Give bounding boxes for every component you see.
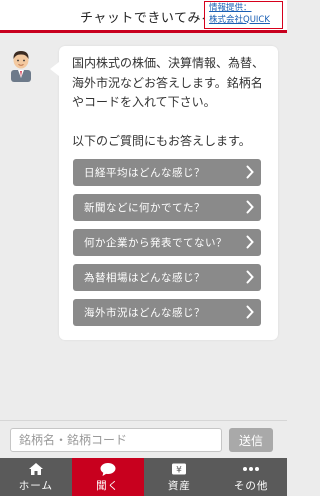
page-title: チャットできいてみる bbox=[80, 11, 215, 26]
home-icon bbox=[28, 463, 43, 475]
chevron-right-icon bbox=[246, 305, 254, 319]
chevron-right-icon bbox=[246, 165, 254, 179]
chevron-right-icon bbox=[246, 270, 254, 284]
suggested-question-button[interactable]: 為替相場はどんな感じ？ bbox=[73, 264, 261, 291]
suggestion-intro-text: 以下のご質問にもお答えします。 bbox=[72, 134, 251, 148]
suggested-question-label: 新聞などに何かでてた？ bbox=[84, 202, 205, 214]
nav-item-home[interactable]: ホーム bbox=[0, 458, 72, 496]
suggested-question-button[interactable]: 海外市況はどんな感じ？ bbox=[73, 299, 261, 326]
bottom-nav: ホーム 聞く ¥ 資産 その他 bbox=[0, 458, 287, 496]
suggested-question-label: 何か企業から発表でてない？ bbox=[84, 237, 227, 249]
send-button[interactable]: 送信 bbox=[229, 428, 273, 452]
chat-input-bar: 送信 bbox=[0, 420, 287, 456]
suggested-question-label: 海外市況はどんな感じ？ bbox=[84, 307, 205, 319]
suggested-question-button[interactable]: 何か企業から発表でてない？ bbox=[73, 229, 261, 256]
nav-label-ask: 聞く bbox=[96, 480, 120, 492]
suggested-question-label: 為替相場はどんな感じ？ bbox=[84, 272, 205, 284]
nav-label-assets: 資産 bbox=[167, 480, 191, 492]
suggested-question-label: 日経平均はどんな感じ？ bbox=[84, 167, 205, 179]
bot-message-bubble: 国内株式の株価、決算情報、為替、海外市況などお答えします。銘柄名やコードを入れて… bbox=[50, 46, 278, 340]
more-icon bbox=[243, 467, 260, 471]
svg-text:¥: ¥ bbox=[177, 466, 183, 476]
nav-label-other: その他 bbox=[233, 480, 269, 492]
nav-item-other[interactable]: その他 bbox=[215, 458, 287, 496]
chevron-right-icon bbox=[246, 200, 254, 214]
data-source-label: 情報提供： bbox=[209, 3, 252, 13]
nav-label-home: ホーム bbox=[18, 480, 53, 492]
chevron-right-icon bbox=[246, 235, 254, 249]
suggested-question-button[interactable]: 日経平均はどんな感じ？ bbox=[73, 159, 261, 186]
bot-message-text: 国内株式の株価、決算情報、為替、海外市況などお答えします。銘柄名やコードを入れて… bbox=[72, 56, 265, 109]
yen-wallet-icon: ¥ bbox=[172, 463, 187, 476]
data-source-link[interactable]: 情報提供： 株式会社QUICK bbox=[204, 1, 283, 29]
stock-search-input[interactable] bbox=[10, 428, 222, 452]
bot-avatar-icon bbox=[11, 51, 31, 82]
chat-icon bbox=[100, 463, 116, 476]
app-header: チャットできいてみる 情報提供： 株式会社QUICK bbox=[0, 0, 287, 33]
data-source-provider: 株式会社QUICK bbox=[209, 14, 270, 25]
nav-item-assets[interactable]: ¥ 資産 bbox=[144, 458, 216, 496]
suggested-question-button[interactable]: 新聞などに何かでてた？ bbox=[73, 194, 261, 221]
nav-item-ask[interactable]: 聞く bbox=[71, 458, 144, 496]
